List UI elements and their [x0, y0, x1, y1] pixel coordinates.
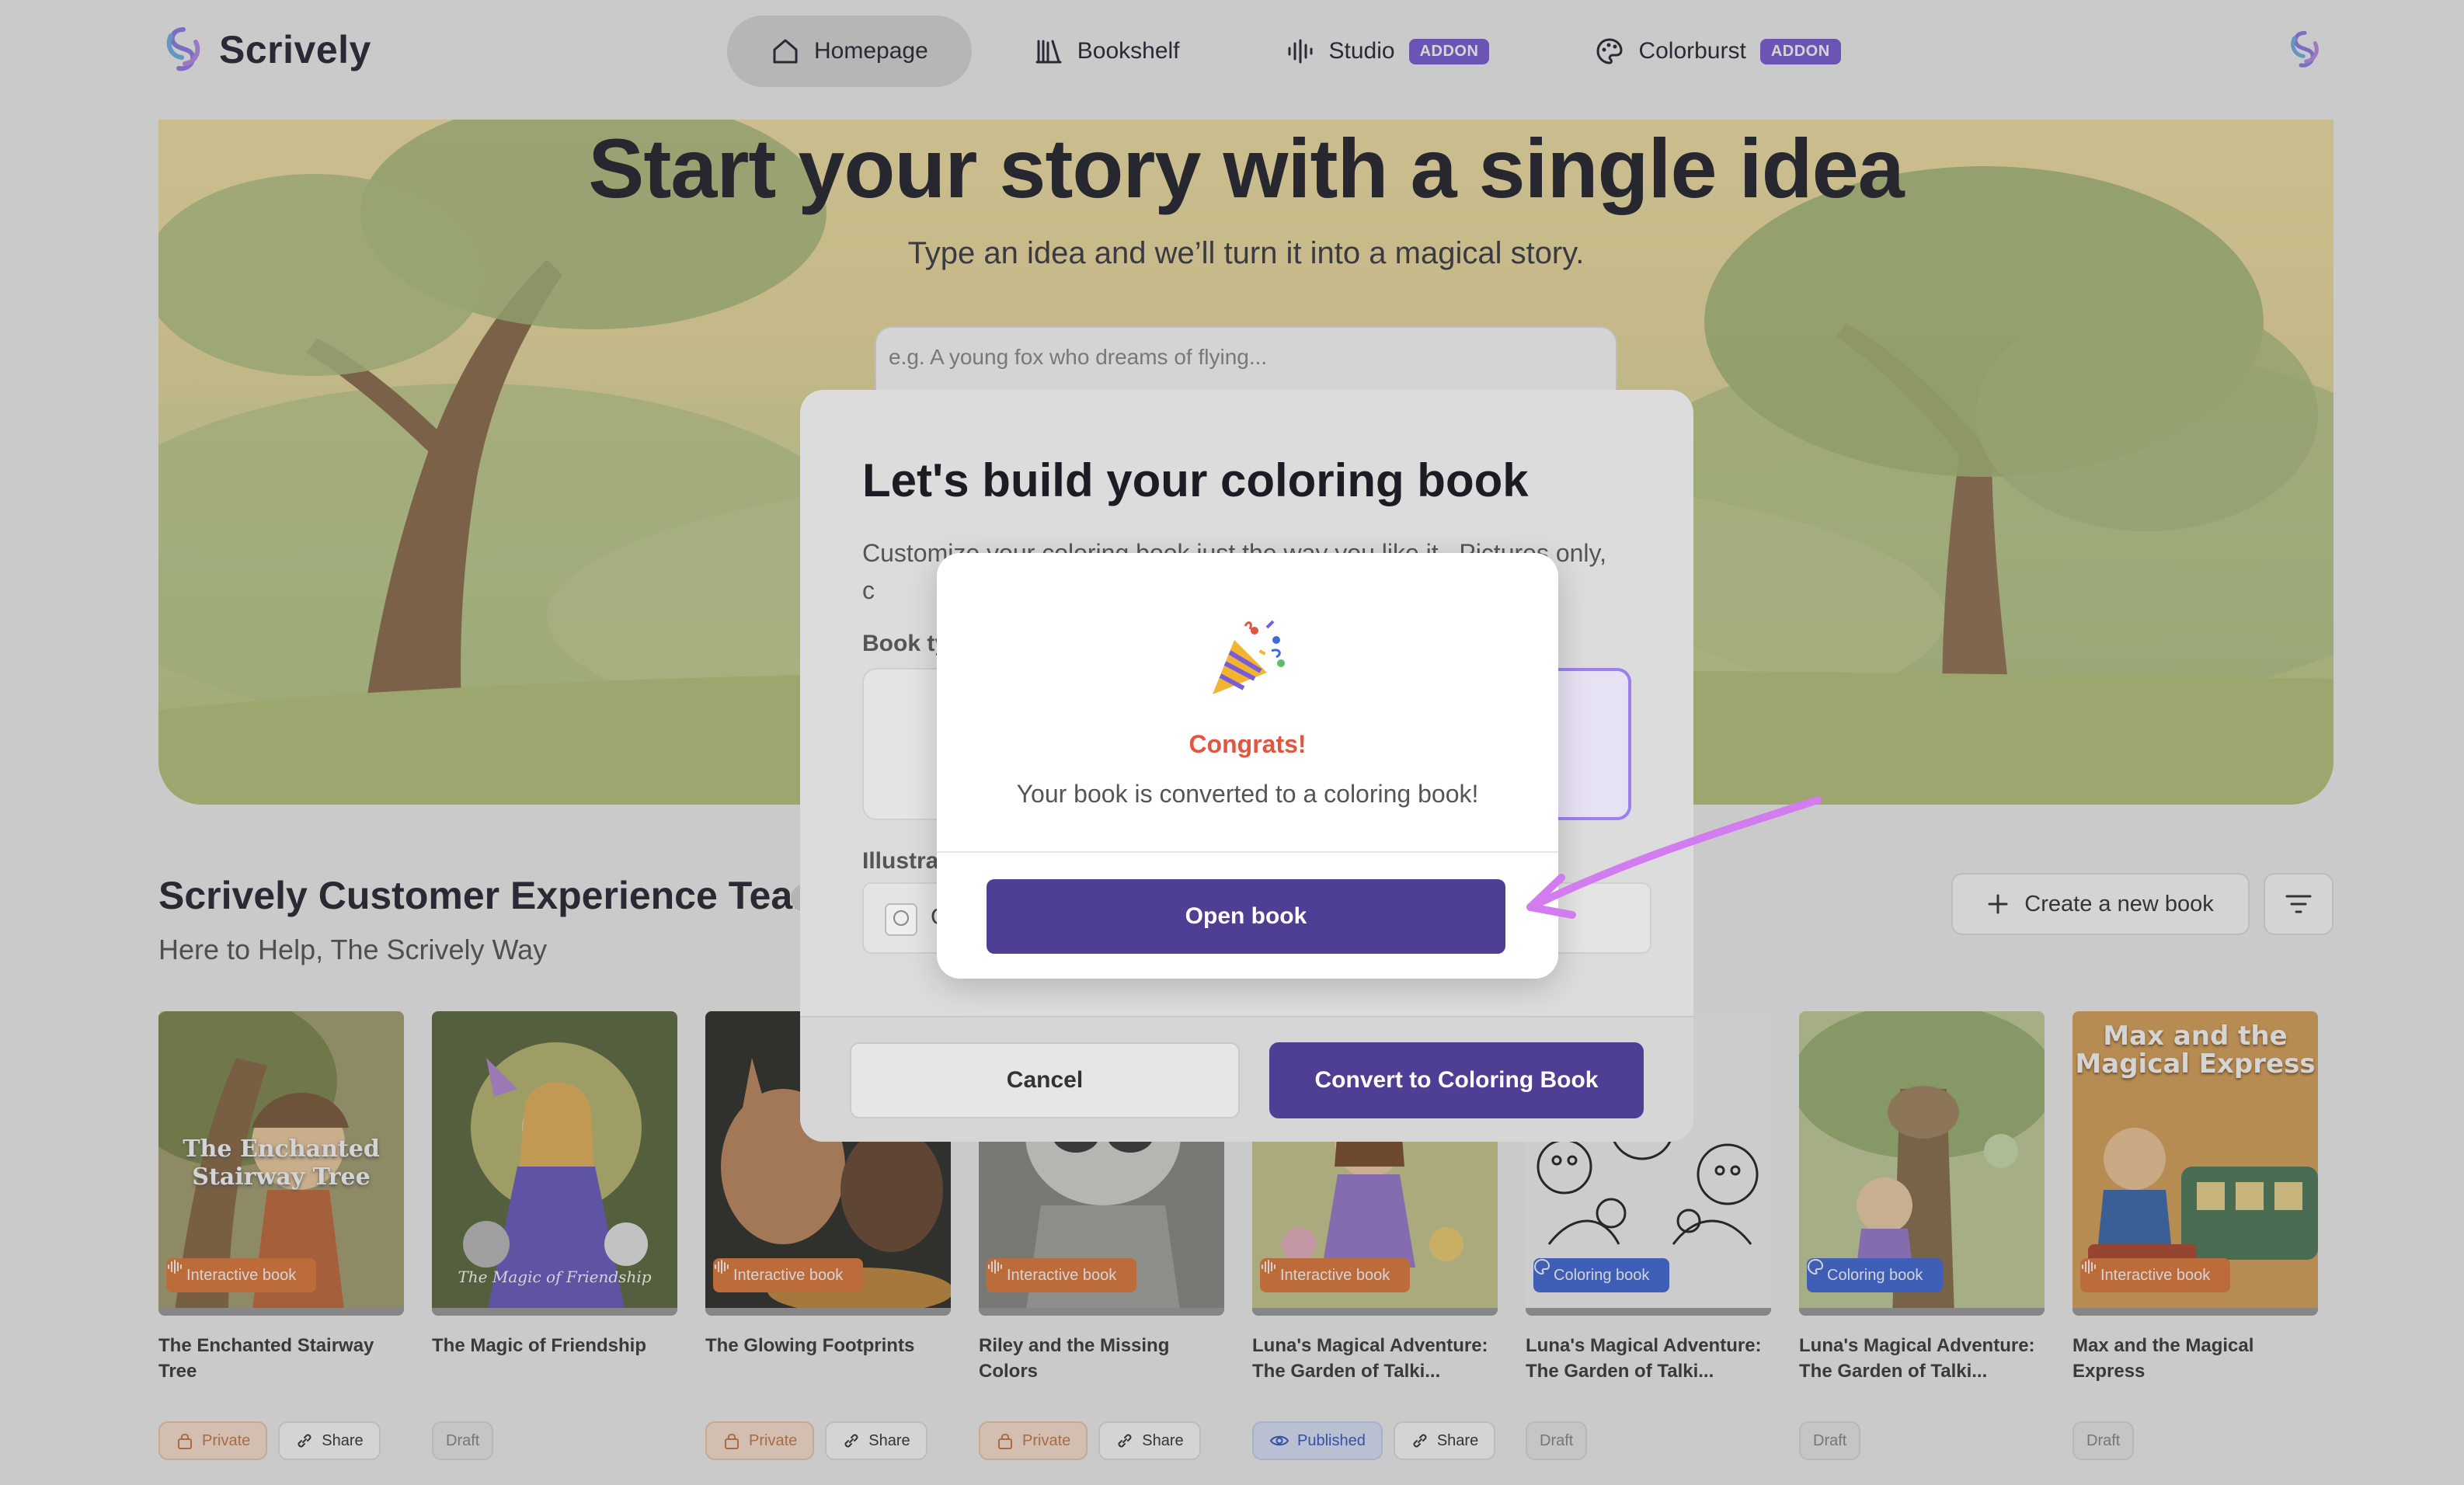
congrats-title: Congrats!: [1188, 730, 1307, 758]
open-book-button[interactable]: Open book: [987, 879, 1505, 954]
divider: [937, 851, 1558, 853]
congrats-message: Your book is converted to a coloring boo…: [1016, 780, 1479, 808]
party-popper-icon: [937, 617, 1558, 702]
convert-to-coloring-book-button[interactable]: Convert to Coloring Book: [1269, 1042, 1644, 1118]
illustration-label: Illustrat: [862, 848, 947, 874]
annotation-arrow-icon: [1526, 796, 1822, 919]
congrats-dialog: Congrats! Your book is converted to a co…: [937, 553, 1558, 979]
cancel-button[interactable]: Cancel: [850, 1042, 1240, 1118]
modal-footer: Cancel Convert to Coloring Book: [800, 1016, 1693, 1142]
modal-title: Let's build your coloring book: [862, 454, 1529, 506]
book-type-label: Book ty: [862, 631, 948, 656]
illustration-style-icon: [885, 903, 917, 936]
